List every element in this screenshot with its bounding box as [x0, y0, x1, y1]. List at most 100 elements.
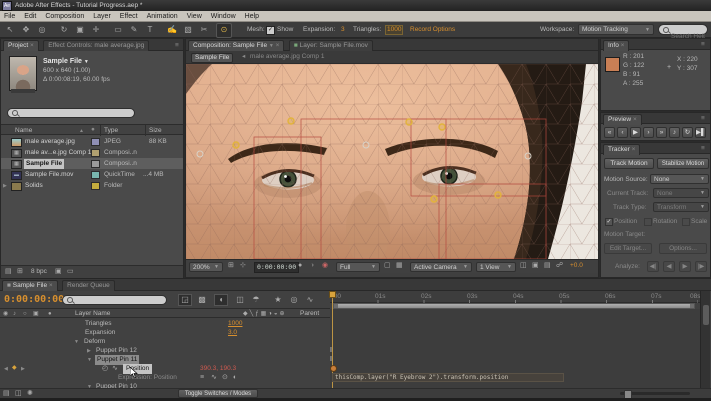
row-triangles[interactable]: Triangles 1000 [0, 319, 330, 328]
label-chip[interactable] [91, 182, 100, 190]
new-composition-icon[interactable]: ▣ [55, 267, 62, 277]
tab-preview[interactable]: Preview × [603, 114, 642, 125]
position-checkbox-label[interactable]: Position [614, 218, 637, 226]
label-chip[interactable] [91, 149, 100, 157]
property-value[interactable]: 390.3, 190.3 [200, 365, 236, 373]
current-track-dropdown[interactable]: None▼ [653, 188, 709, 198]
selection-tool-icon[interactable]: ↖ [4, 25, 16, 35]
chevron-down-icon[interactable]: ▼ [269, 43, 274, 49]
chevron-down-icon[interactable]: ▼ [84, 59, 89, 65]
timeline-button-icon[interactable]: ▤ [544, 261, 551, 271]
menu-effect[interactable]: Effect [120, 13, 138, 20]
hand-tool-icon[interactable]: ✥ [20, 25, 32, 35]
timeline-timecode[interactable]: 0:00:00:00 [4, 294, 64, 305]
menu-composition[interactable]: Composition [45, 13, 84, 20]
pen-tool-icon[interactable]: ✎ [128, 25, 140, 35]
type-tool-icon[interactable]: T [144, 25, 156, 35]
property-value[interactable]: 1000 [228, 320, 242, 328]
table-row[interactable]: ▶ Solids Folder [1, 180, 183, 191]
rotation-checkbox[interactable] [644, 218, 652, 226]
property-label[interactable]: Triangles [85, 320, 112, 328]
keyframe-icon[interactable]: I [330, 356, 332, 364]
disclosure-open-icon[interactable]: ▼ [74, 338, 79, 346]
disclosure-closed-icon[interactable]: ▶ [87, 347, 91, 355]
expression-label[interactable]: Expression: Position [118, 374, 177, 382]
motion-source-dropdown[interactable]: None▼ [650, 174, 709, 184]
table-row[interactable]: ▦ Sample File Composi..n [1, 158, 183, 169]
puppet-pin-tool-icon[interactable]: ⊙ [216, 23, 232, 38]
breadcrumb-parent[interactable]: male average.jpg Comp 1 [250, 53, 324, 61]
brainstorm-icon[interactable]: ★ [272, 295, 284, 305]
expansion-value[interactable]: 3 [341, 26, 345, 34]
exposure-value[interactable]: +0.0 [570, 262, 583, 270]
ram-preview-button[interactable]: ▶▌ [695, 127, 706, 138]
col-name[interactable]: Name [15, 127, 32, 135]
interpret-footage-icon[interactable]: ▤ [5, 267, 12, 277]
track-motion-button[interactable]: Track Motion [604, 158, 654, 169]
row-expansion[interactable]: Expansion 3.0 [0, 328, 330, 337]
item-name[interactable]: Solids [25, 182, 43, 190]
keyframe-dot-icon[interactable] [330, 365, 337, 372]
property-group-label[interactable]: Deform [84, 338, 105, 346]
expression-text[interactable]: thisComp.layer("R Eyebrow 2").transform.… [333, 374, 563, 381]
tab-effect-controls[interactable]: Effect Controls: male average.jpg [43, 40, 149, 51]
row-expression-position[interactable]: Expression: Position ≡ ∿ ⊙ ◐ [0, 373, 330, 382]
col-type[interactable]: Type [104, 127, 118, 135]
play-button[interactable]: ▶ [630, 127, 641, 138]
analyze-backward-button[interactable]: ◀ [663, 261, 675, 272]
tab-layer[interactable]: ■ Layer: Sample File.mov [289, 40, 373, 51]
options-button[interactable]: Options... [659, 243, 707, 254]
last-frame-button[interactable]: » [656, 127, 667, 138]
channels-icon[interactable]: ◉ [322, 261, 328, 271]
edit-target-button[interactable]: Edit Target... [604, 243, 652, 254]
table-row[interactable]: ▦ male av...e.jpg Comp 1 Composi..n [1, 147, 183, 158]
tab-render-queue[interactable]: Render Queue [62, 280, 115, 291]
comp-timecode[interactable]: 0:00:00:00 [254, 262, 299, 273]
position-checkbox[interactable]: ✓ [605, 218, 613, 226]
loop-button[interactable]: ↻ [682, 127, 693, 138]
item-name[interactable]: male average.jpg [25, 138, 75, 146]
camera-tool-icon[interactable]: ▣ [74, 25, 86, 35]
auto-keyframe-icon[interactable]: ◎ [288, 295, 300, 305]
workspace-dropdown[interactable]: Motion Tracking▼ [578, 24, 654, 35]
eraser-tool-icon[interactable]: ✂ [198, 25, 210, 35]
record-options-link[interactable]: Record Options [410, 26, 455, 34]
scrollbar-thumb[interactable] [703, 305, 709, 325]
parent-column[interactable]: Parent [300, 310, 319, 318]
tab-project[interactable]: Project × [3, 40, 39, 51]
menu-layer[interactable]: Layer [93, 13, 111, 20]
playhead-marker[interactable] [329, 291, 336, 298]
shape-tool-icon[interactable]: ▭ [112, 25, 124, 35]
close-icon[interactable]: × [632, 146, 636, 153]
label-column-icon[interactable]: ● [91, 126, 95, 134]
rotate-tool-icon[interactable]: ↻ [58, 25, 70, 35]
menu-edit[interactable]: Edit [24, 13, 36, 20]
keyframe-icon[interactable]: I [330, 347, 332, 355]
keyframe-nav-diamond-icon[interactable]: ◆ [12, 365, 17, 372]
pixel-aspect-icon[interactable]: ◫ [520, 261, 527, 271]
next-frame-button[interactable]: › [643, 127, 654, 138]
mesh-show-checkbox[interactable]: ✓ [266, 26, 275, 35]
scale-checkbox-label[interactable]: Scale [691, 218, 707, 226]
resolution-dropdown[interactable]: Full▼ [336, 262, 380, 272]
disclosure-icon[interactable]: ▶ [3, 182, 7, 190]
menu-animation[interactable]: Animation [147, 13, 178, 20]
timeline-search-box[interactable] [62, 295, 167, 305]
panel-menu-icon[interactable]: ≡ [701, 41, 705, 49]
view-layout-dropdown[interactable]: 1 View▼ [476, 262, 516, 272]
mask-visibility-icon[interactable]: ⊹ [240, 261, 246, 271]
new-folder-icon[interactable]: ⊞ [17, 267, 23, 277]
expression-readout[interactable]: thisComp.layer("R Eyebrow 2").transform.… [332, 373, 564, 382]
analyze-backward-frame-button[interactable]: ◀| [647, 261, 659, 272]
analyze-forward-button[interactable]: ▶ [679, 261, 691, 272]
composition-mini-flowchart-icon[interactable]: ◲ [178, 294, 192, 306]
zoom-tool-icon[interactable]: ◎ [36, 25, 48, 35]
brush-tool-icon[interactable]: ✍ [166, 25, 178, 35]
panel-menu-icon[interactable]: ≡ [701, 115, 705, 123]
camera-dropdown[interactable]: Active Camera▼ [410, 262, 472, 272]
item-name[interactable]: Sample File.mov [25, 171, 73, 179]
draft-3d-icon[interactable]: ▩ [196, 295, 208, 305]
menu-window[interactable]: Window [211, 13, 236, 20]
fast-previews-icon[interactable]: ▣ [532, 261, 539, 271]
triangles-value[interactable]: 1000 [385, 25, 403, 35]
